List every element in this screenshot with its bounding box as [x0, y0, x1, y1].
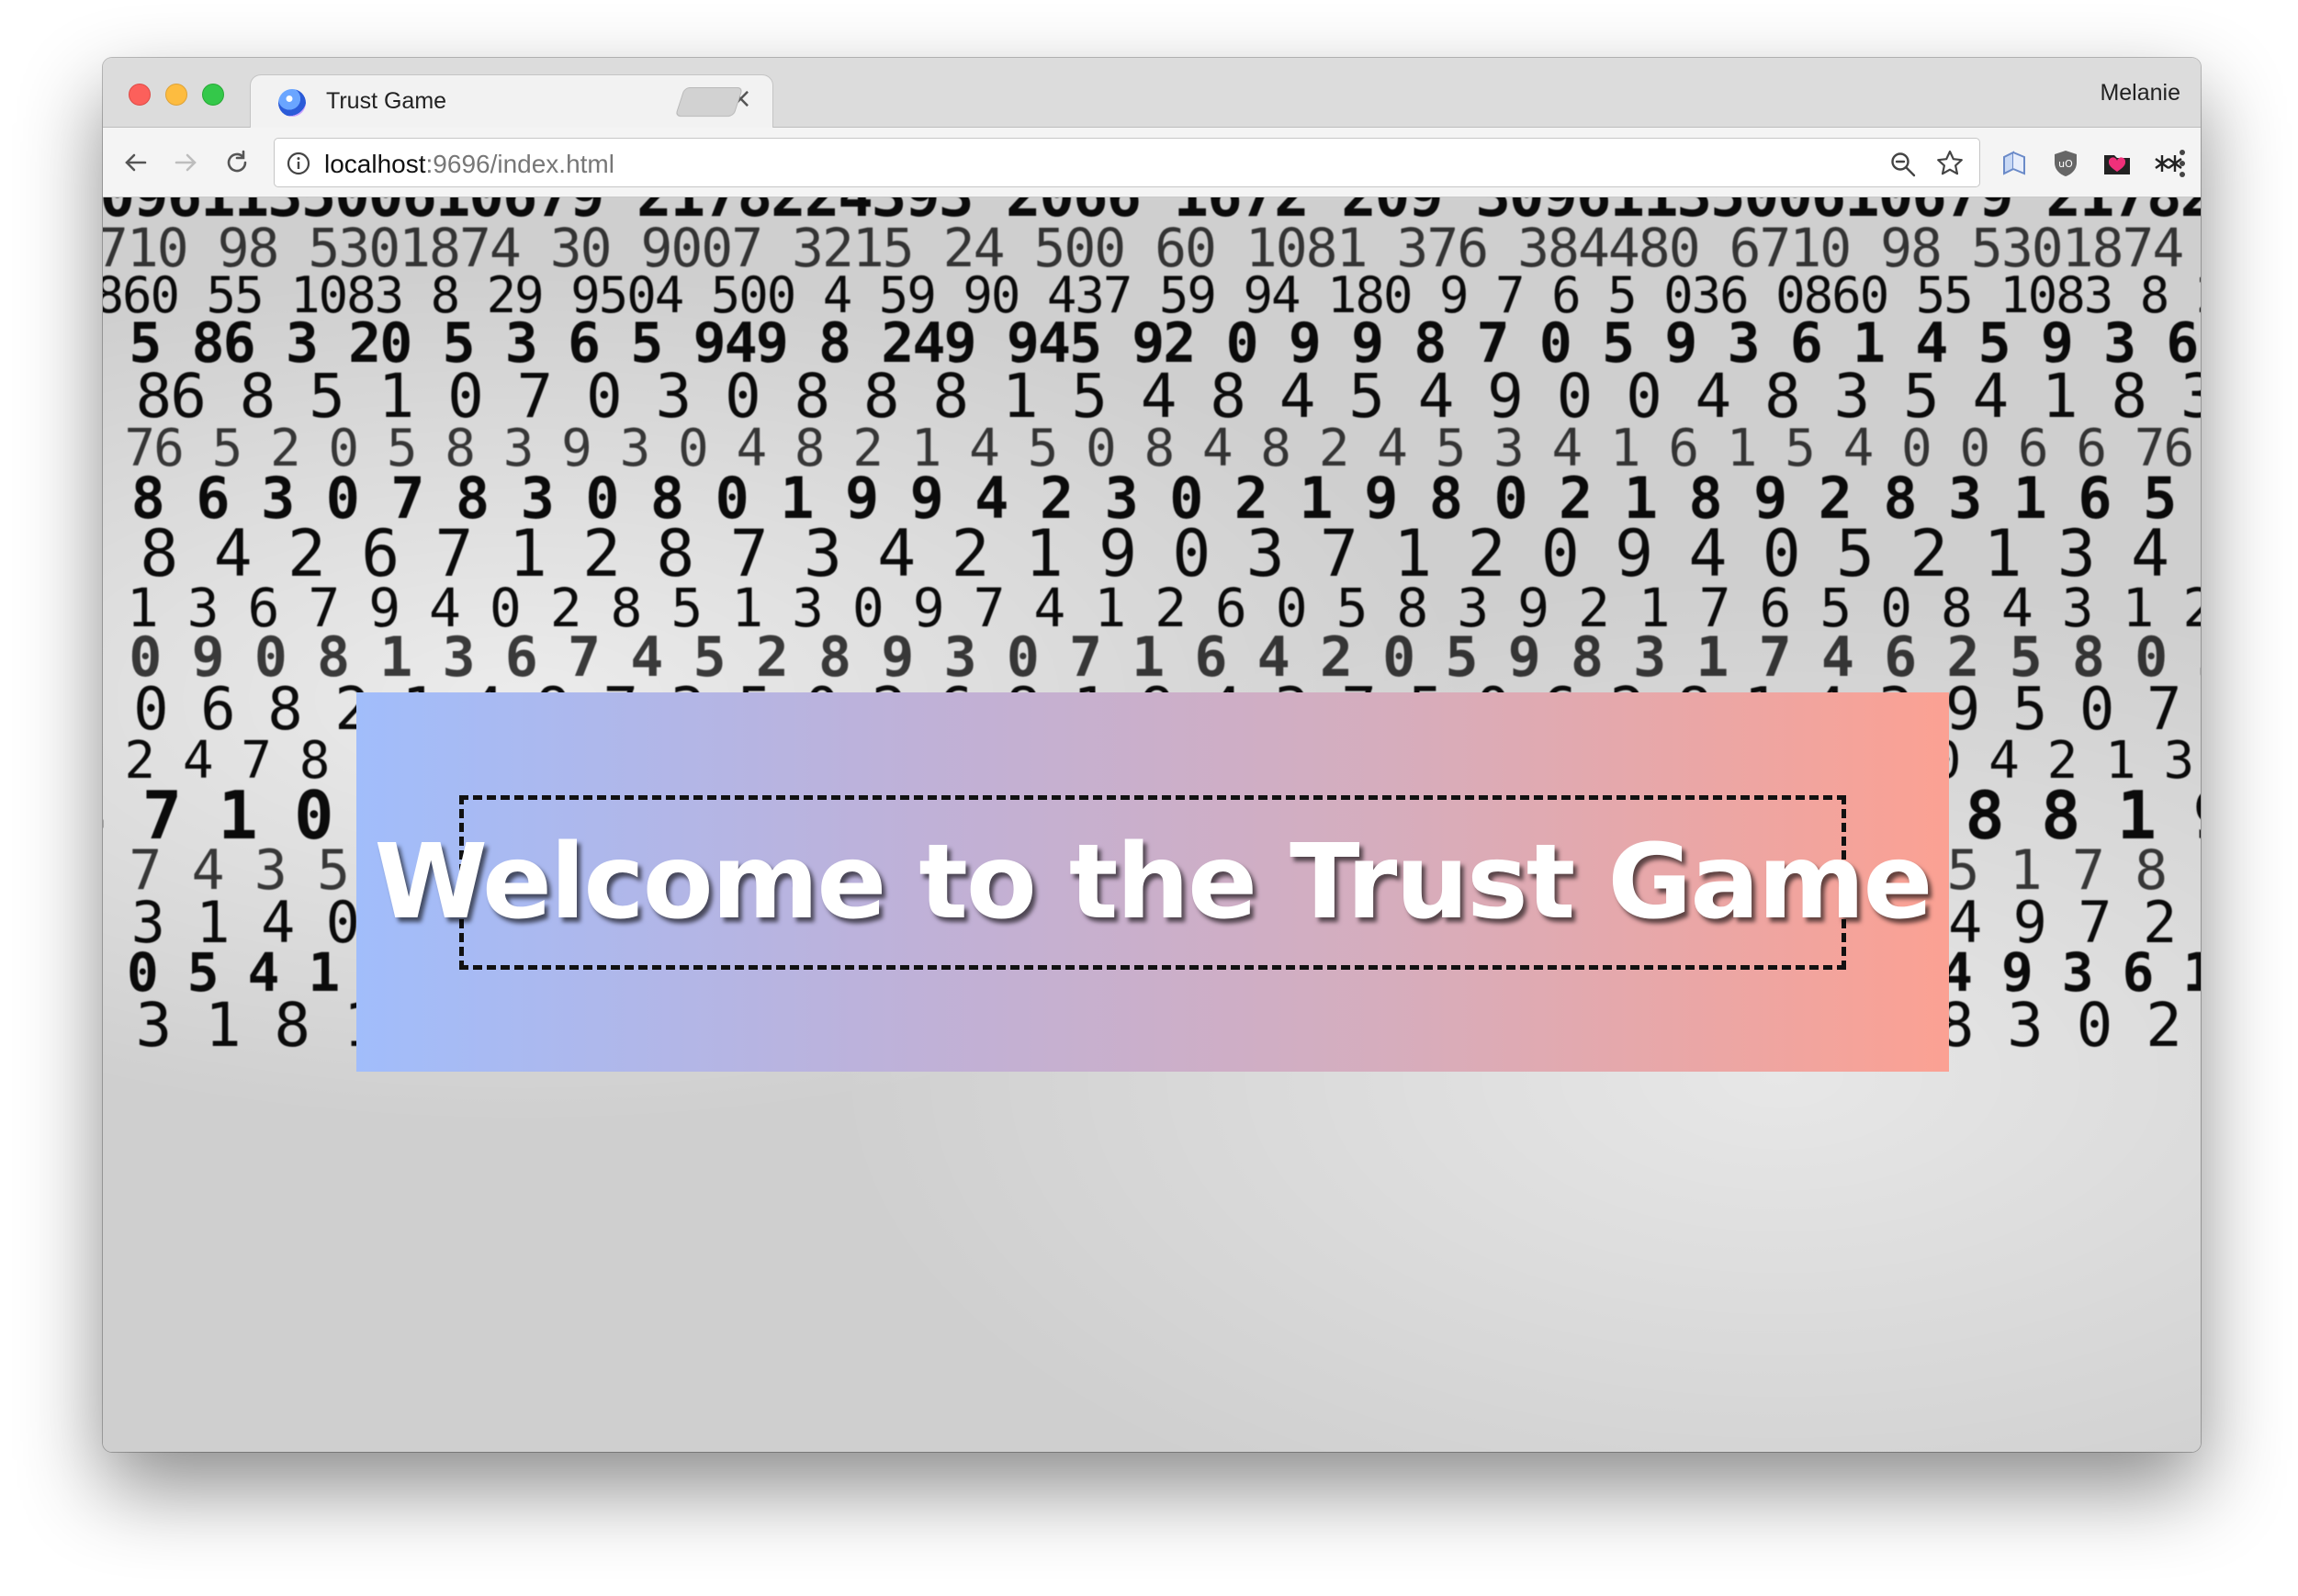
title-dashed-frame: Welcome to the Trust Game: [374, 795, 1933, 970]
heart-folder-extension-button[interactable]: [2100, 146, 2135, 181]
globe-favicon-icon: [278, 89, 306, 117]
tab-title: Trust Game: [326, 88, 447, 114]
heart-folder-extension-icon: [2104, 155, 2130, 174]
browser-toolbar: localhost:9696/index.html uO: [103, 128, 2201, 197]
url-host: localhost: [324, 150, 426, 178]
forward-arrow-icon: [175, 153, 197, 172]
new-tab-button[interactable]: [674, 87, 744, 117]
background-number-row: 6710 98 5301874 30 9007 3215 24 500 60 1…: [103, 223, 2201, 274]
background-number-row: 9 8 4 2 6 7 1 2 8 7 3 4 2 1 9 0 3 7 1 2 …: [103, 524, 2201, 584]
background-number-row: 2 86 8 5 1 0 7 0 3 0 8 8 8 1 5 4 8 4 5 4…: [103, 369, 2201, 425]
background-number-row: 3096113500610679 2178224393 2066 1672 20…: [103, 197, 2201, 224]
welcome-banner: Welcome to the Trust Game: [356, 692, 1949, 1072]
url-path: :9696/index.html: [425, 150, 614, 178]
forward-button[interactable]: [163, 140, 208, 185]
background-number-row: 8 1 3 6 7 9 4 0 2 8 5 1 3 0 9 7 4 1 2 6 …: [103, 583, 2201, 634]
page-heading: Welcome to the Trust Game: [374, 823, 1932, 942]
minimize-window-button[interactable]: [165, 84, 187, 106]
reload-icon: [227, 150, 247, 173]
address-bar[interactable]: localhost:9696/index.html: [274, 138, 1980, 187]
svg-text:uO: uO: [2058, 158, 2073, 170]
background-number-row: 2 0 9 0 8 1 3 6 7 4 5 2 8 9 3 0 7 1 6 4 …: [103, 633, 2201, 684]
background-number-row: 6 76 5 2 0 5 8 3 9 3 0 4 8 2 1 4 5 0 8 4…: [103, 424, 2201, 473]
background-number-row: 0860 55 1083 8 29 9504 500 4 59 90 437 5…: [103, 273, 2201, 319]
back-button[interactable]: [114, 140, 158, 185]
menu-icon[interactable]: [2177, 148, 2188, 179]
shield-extension-button[interactable]: uO: [2048, 146, 2083, 181]
star-icon[interactable]: [1935, 149, 1965, 178]
browser-window: Trust Game × Melanie localhost:9696/inde…: [103, 58, 2201, 1452]
info-icon[interactable]: [286, 151, 311, 176]
back-arrow-icon: [125, 153, 147, 172]
maximize-window-button[interactable]: [202, 84, 224, 106]
close-window-button[interactable]: [129, 84, 151, 106]
extension-button[interactable]: [1997, 146, 2032, 181]
profile-name[interactable]: Melanie: [2100, 80, 2180, 107]
reload-button[interactable]: [215, 140, 259, 185]
background-number-row: 4 5 86 3 20 5 3 6 5 949 8 249 945 92 0 9…: [103, 318, 2201, 370]
shield-extension-icon: uO: [2055, 151, 2077, 176]
zoom-icon[interactable]: [1889, 151, 1917, 178]
extension-icon: [2003, 151, 2025, 175]
tab-strip: Trust Game × Melanie: [103, 58, 2201, 129]
background-number-row: 5 8 6 3 0 7 8 3 0 8 0 1 9 9 4 2 3 0 2 1 …: [103, 472, 2201, 525]
url-text[interactable]: localhost:9696/index.html: [324, 150, 614, 179]
page-viewport: 3096113500610679 2178224393 2066 1672 20…: [103, 197, 2201, 1452]
